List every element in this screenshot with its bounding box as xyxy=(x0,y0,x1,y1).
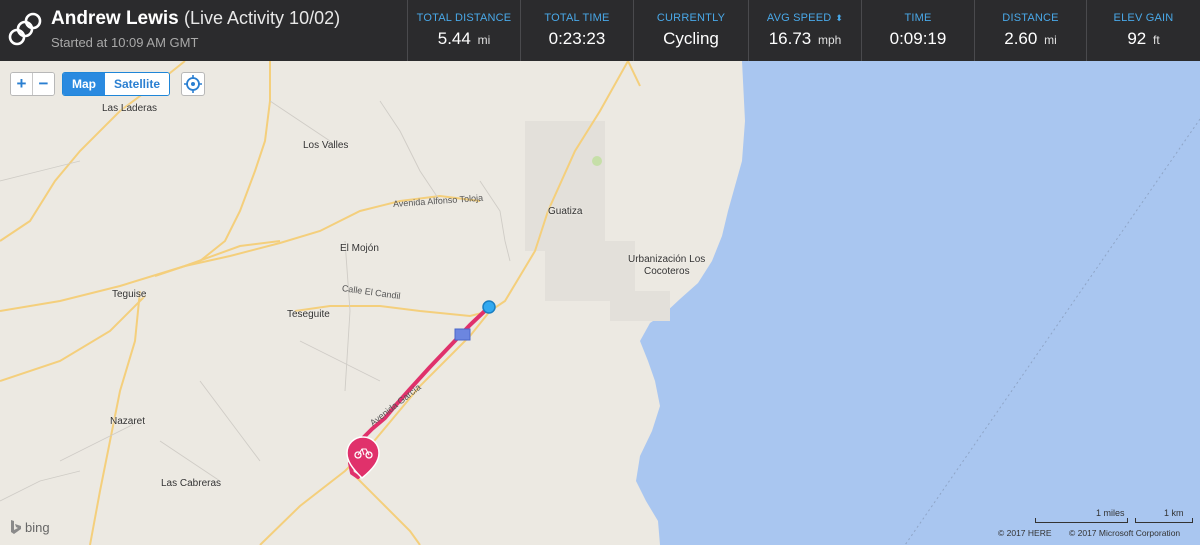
stat-number: 92 xyxy=(1127,29,1147,48)
urban-area xyxy=(525,121,605,251)
stat-label: ELEV GAIN xyxy=(1113,12,1174,24)
place-label: Las Laderas xyxy=(102,103,158,114)
bing-wordmark: bing xyxy=(25,519,50,535)
stat-label-text: AVG SPEED xyxy=(766,12,832,24)
place-label: El Mojón xyxy=(340,243,379,254)
stat-value: 16.73 mph xyxy=(749,29,861,49)
place-label: Guatiza xyxy=(548,206,583,217)
stat-label: CURRENTLY xyxy=(656,12,726,24)
zoom-controls: + − xyxy=(10,72,55,96)
stat-value: 5.44 mi xyxy=(408,29,520,49)
stat-value: 0:09:19 xyxy=(889,29,947,48)
stat-total-time: TOTAL TIME 0:23:23 xyxy=(520,0,633,61)
stat-unit: mi xyxy=(477,33,491,47)
stat-label: DISTANCE xyxy=(1002,12,1059,24)
stat-unit: mi xyxy=(1044,33,1057,47)
scale-bar-km xyxy=(1135,518,1193,523)
place-label: Cocoteros xyxy=(644,266,690,277)
stat-currently: CURRENTLY Cycling xyxy=(633,0,748,61)
stat-number: 2.60 xyxy=(1004,29,1038,48)
bing-logo: bing xyxy=(10,519,50,535)
stat-label: TOTAL TIME xyxy=(544,12,610,24)
place-label: Urbanización Los xyxy=(628,254,706,265)
copyright-microsoft: © 2017 Microsoft Corporation xyxy=(1069,528,1181,538)
map-type-toggle: Map Satellite xyxy=(62,72,171,96)
place-label: Los Valles xyxy=(303,140,349,151)
activity-brand: Andrew Lewis (Live Activity 10/02) Start… xyxy=(0,0,407,61)
linked-rings-logo-icon xyxy=(8,12,42,46)
map-view-button[interactable]: Map xyxy=(63,73,105,95)
map-canvas[interactable] xyxy=(0,61,1200,545)
stat-avg-speed[interactable]: AVG SPEED ⬍ 16.73 mph xyxy=(748,0,861,61)
start-time: Started at 10:09 AM GMT xyxy=(51,35,199,50)
stat-unit: mph xyxy=(817,33,842,47)
stat-value: Cycling xyxy=(663,29,719,48)
urban-area xyxy=(610,291,670,321)
scale-km-label: 1 km xyxy=(1164,508,1184,518)
copyright-here: © 2017 HERE xyxy=(998,528,1052,538)
activity-header: Andrew Lewis (Live Activity 10/02) Start… xyxy=(0,0,1200,61)
athlete-name: Andrew Lewis (Live Activity 10/02) xyxy=(51,8,340,30)
stats-bar: TOTAL DISTANCE 5.44 mi TOTAL TIME 0:23:2… xyxy=(407,0,1200,61)
stat-total-distance: TOTAL DISTANCE 5.44 mi xyxy=(407,0,520,61)
place-label: Teguise xyxy=(112,289,147,300)
stat-unit: ft xyxy=(1152,33,1160,47)
stat-number: 5.44 xyxy=(437,29,471,48)
waypoint-marker[interactable] xyxy=(454,328,471,341)
stat-time: TIME 0:09:19 xyxy=(861,0,974,61)
stat-elev-gain: ELEV GAIN 92 ft xyxy=(1086,0,1200,61)
zoom-out-button[interactable]: − xyxy=(32,73,54,95)
satellite-view-button[interactable]: Satellite xyxy=(105,73,170,95)
place-label: Nazaret xyxy=(110,416,146,427)
scale-bar-miles xyxy=(1035,518,1128,523)
athlete-name-text: Andrew Lewis xyxy=(51,8,179,29)
locate-button[interactable] xyxy=(181,72,205,96)
stat-value: 0:23:23 xyxy=(548,29,606,48)
stat-number: 16.73 xyxy=(768,29,812,48)
stat-distance: DISTANCE 2.60 mi xyxy=(974,0,1086,61)
current-position-dot[interactable] xyxy=(482,300,496,314)
bing-b-icon xyxy=(11,520,21,534)
map-view[interactable]: Las Laderas Los Valles Guatiza Urbanizac… xyxy=(0,61,1200,545)
crosshair-icon xyxy=(184,75,202,93)
stat-value: 2.60 mi xyxy=(975,29,1086,49)
park-area xyxy=(592,156,602,166)
place-label: Teseguite xyxy=(287,309,330,320)
sort-toggle-icon[interactable]: ⬍ xyxy=(835,13,843,23)
scale-miles-label: 1 miles xyxy=(1096,508,1125,518)
place-label: Las Cabreras xyxy=(161,478,222,489)
stat-label: TOTAL DISTANCE xyxy=(416,12,512,24)
zoom-in-button[interactable]: + xyxy=(11,73,32,95)
stat-label: AVG SPEED ⬍ xyxy=(749,12,861,24)
stat-value: 92 ft xyxy=(1087,29,1200,49)
activity-title: (Live Activity 10/02) xyxy=(184,8,341,28)
stat-label: TIME xyxy=(904,12,932,24)
